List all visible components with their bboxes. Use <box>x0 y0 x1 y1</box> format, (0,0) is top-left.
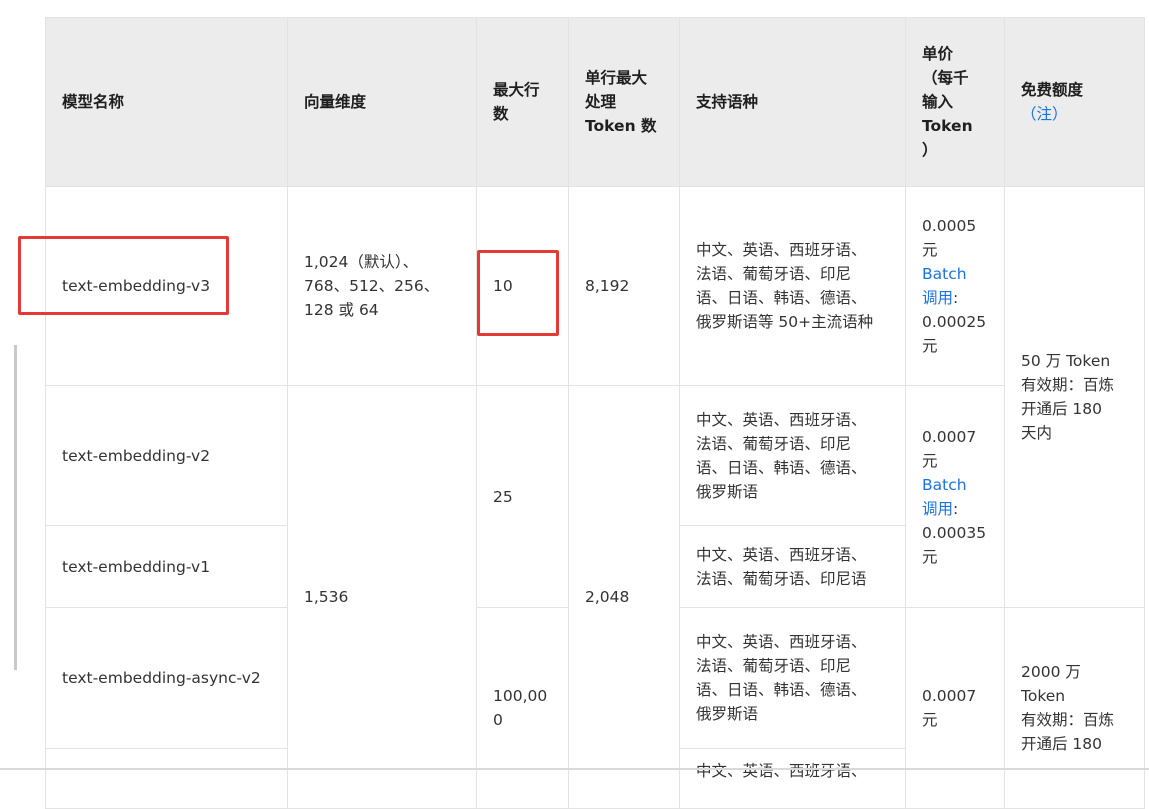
header-languages: 支持语种 <box>679 17 906 187</box>
highlight-box-max-rows <box>477 250 559 336</box>
header-dimension: 向量维度 <box>287 17 477 187</box>
model-cell <box>45 748 288 809</box>
header-max-tokens: 单行最大 处理 Token 数 <box>568 17 680 187</box>
max-tokens-cell: 2,048 <box>568 385 680 809</box>
header-free-quota-text: 免费额度 <box>1021 81 1084 99</box>
header-model: 模型名称 <box>45 17 288 187</box>
max-tokens-cell: 8,192 <box>568 186 680 386</box>
header-price-text: 单价 （每千 输入 Token ） <box>922 45 973 159</box>
languages-text: 中文、英语、西班牙语、 法语、葡萄牙语、印尼 语、日语、韩语、德语、 俄罗斯语 <box>696 410 867 501</box>
languages-cell: 中文、英语、西班牙语、 法语、葡萄牙语、印尼 语、日语、韩语、德语、 俄罗斯语 <box>679 607 906 749</box>
header-row: 模型名称 向量维度 最大行 数 单行最大 处理 Token 数 支持语种 单价 … <box>45 17 1145 187</box>
languages-text: 中文、英语、西班牙语、 <box>696 762 867 780</box>
header-max-tokens-text: 单行最大 处理 Token 数 <box>585 69 657 135</box>
price-text: 0.0007 元 <box>922 687 977 729</box>
languages-cell: 中文、英语、西班牙语、 法语、葡萄牙语、印尼语 <box>679 525 906 608</box>
highlight-box-model <box>18 236 229 315</box>
dimension-cell: 1,536 <box>287 385 477 809</box>
price-cell: 0.0007 元 <box>905 607 1005 809</box>
max-rows-cell: 100,00 0 <box>476 607 569 809</box>
header-max-rows-text: 最大行 数 <box>493 81 540 123</box>
table-row: text-embedding-v2 1,536 25 2,048 中文、英语、西… <box>45 385 1145 809</box>
languages-cell: 中文、英语、西班牙语、 <box>679 748 906 809</box>
max-rows-cell: 25 <box>476 385 569 608</box>
model-cell: text-embedding-async-v2 <box>45 607 288 749</box>
batch-call-link[interactable]: Batch 调用 <box>922 476 967 518</box>
languages-text: 中文、英语、西班牙语、 法语、葡萄牙语、印尼 语、日语、韩语、德语、 俄罗斯语 <box>696 633 867 723</box>
free-quota-note-link[interactable]: （注） <box>1021 102 1128 126</box>
languages-text: 中文、英语、西班牙语、 法语、葡萄牙语、印尼语 <box>696 545 867 588</box>
price-cell: 0.0005 元 Batch 调用: 0.00025 元 <box>905 186 1005 386</box>
free-quota-cell: 50 万 Token 有效期：百炼 开通后 180 天内 <box>1004 186 1145 608</box>
max-rows-text: 100,00 0 <box>493 687 548 729</box>
languages-text: 中文、英语、西班牙语、 法语、葡萄牙语、印尼 语、日语、韩语、德语、 俄罗斯语等… <box>696 241 874 331</box>
header-free-quota: 免费额度 （注） <box>1004 17 1145 187</box>
model-cell: text-embedding-v2 <box>45 385 288 526</box>
languages-cell: 中文、英语、西班牙语、 法语、葡萄牙语、印尼 语、日语、韩语、德语、 俄罗斯语等… <box>679 186 906 386</box>
model-cell: text-embedding-v1 <box>45 525 288 608</box>
header-price: 单价 （每千 输入 Token ） <box>905 17 1005 187</box>
languages-cell: 中文、英语、西班牙语、 法语、葡萄牙语、印尼 语、日语、韩语、德语、 俄罗斯语 <box>679 385 906 526</box>
price-cell: 0.0007 元 Batch 调用: 0.00035 元 <box>905 385 1005 608</box>
price-text: 0.0007 元 <box>922 427 977 470</box>
free-quota-cell: 2000 万 Token 有效期：百炼 开通后 180 <box>1004 607 1145 809</box>
dimension-cell: 1,024（默认）、 768、512、256、 128 或 64 <box>287 186 477 386</box>
price-text: 0.0005 元 <box>922 217 977 259</box>
dimension-text: 1,024（默认）、 768、512、256、 128 或 64 <box>304 253 440 319</box>
model-spec-table: 模型名称 向量维度 最大行 数 单行最大 处理 Token 数 支持语种 单价 … <box>45 17 1145 809</box>
header-max-rows: 最大行 数 <box>476 17 569 187</box>
batch-call-link[interactable]: Batch 调用 <box>922 265 967 307</box>
free-quota-text: 2000 万 Token 有效期：百炼 开通后 180 <box>1021 663 1115 753</box>
free-quota-text: 50 万 Token 有效期：百炼 开通后 180 天内 <box>1021 352 1115 442</box>
left-scroll-rule <box>14 345 17 670</box>
